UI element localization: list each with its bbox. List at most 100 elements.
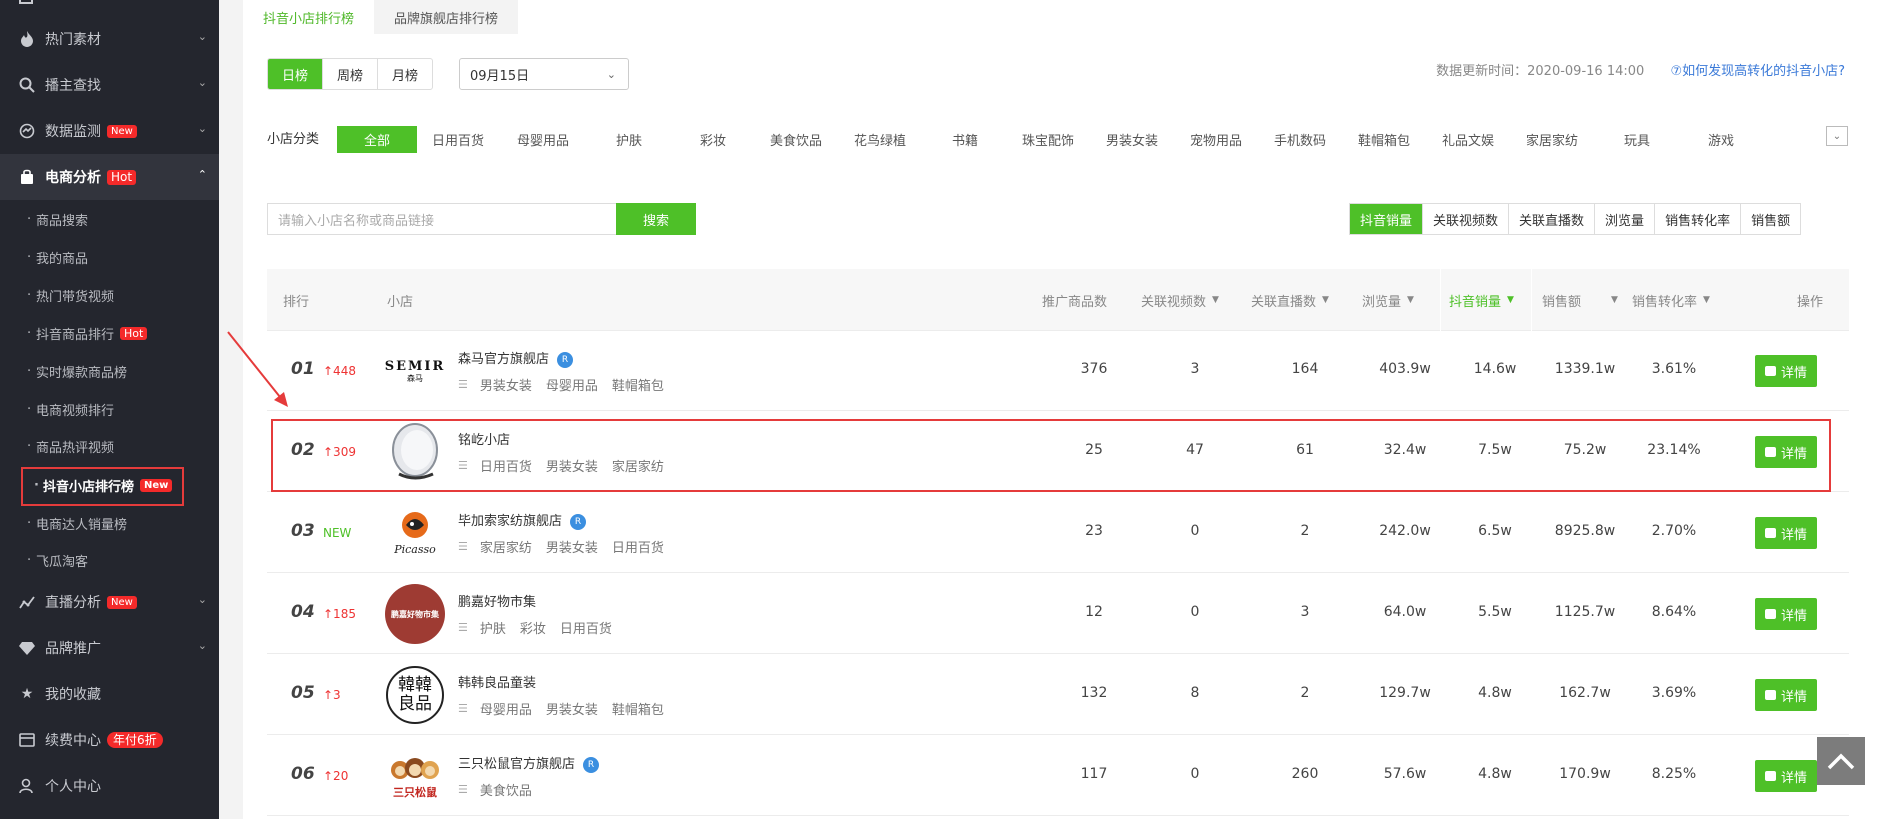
detail-button[interactable]: 详情 — [1755, 355, 1817, 387]
views-cell: 242.0w — [1379, 523, 1431, 539]
detail-button[interactable]: 详情 — [1755, 517, 1817, 549]
category-item[interactable]: 家居家纺 — [1526, 126, 1578, 153]
sales-cell: 6.5w — [1478, 523, 1512, 539]
header-conversion[interactable]: 销售转化率 ▼ — [1632, 269, 1710, 331]
category-item[interactable]: 礼品文娱 — [1442, 126, 1494, 153]
sort-triangle-icon: ▼ — [1611, 295, 1618, 305]
category-all[interactable]: 全部 — [337, 126, 417, 153]
shop-name-wrap[interactable]: 鹏嘉好物市集 — [458, 591, 536, 610]
sub-item-my-products[interactable]: 我的商品 — [27, 246, 88, 268]
sub-item-influencer-sales[interactable]: 电商达人销量榜 — [27, 512, 127, 534]
views-cell: 64.0w — [1383, 604, 1427, 620]
sort-conversion[interactable]: 销售转化率 — [1655, 204, 1742, 234]
shop-name-wrap[interactable]: 毕加索家纺旗舰店 R — [458, 510, 587, 530]
sub-item-shop-ranking[interactable]: 抖音小店排行榜 New — [34, 474, 173, 496]
views-cell: 129.7w — [1379, 685, 1431, 701]
rank-number: 03 — [291, 521, 315, 541]
category-item[interactable]: 游戏 — [1708, 126, 1734, 153]
sidebar-item-ecommerce-analysis[interactable]: 电商分析 Hot ⌃ — [0, 154, 219, 200]
category-item[interactable]: 男装女装 — [1106, 126, 1158, 153]
header-lives[interactable]: 关联直播数 ▼ — [1251, 269, 1329, 331]
category-item[interactable]: 宠物用品 — [1190, 126, 1242, 153]
shop-name-wrap[interactable]: 三只松鼠官方旗舰店 R — [458, 753, 600, 773]
detail-button[interactable]: 详情 — [1755, 598, 1817, 630]
header-sales[interactable]: 抖音销量 ▼ — [1449, 269, 1514, 331]
sub-item-hot-comments[interactable]: 商品热评视频 — [27, 435, 114, 457]
sort-videos[interactable]: 关联视频数 — [1423, 204, 1510, 234]
category-item[interactable]: 玩具 — [1624, 126, 1650, 153]
chevron-down-icon[interactable]: ⌄ — [1826, 126, 1848, 146]
tab-monthly[interactable]: 月榜 — [378, 59, 432, 89]
category-item[interactable]: 珠宝配饰 — [1022, 126, 1074, 153]
sub-item-label: 热门带货视频 — [36, 289, 115, 305]
sort-lives[interactable]: 关联直播数 — [1509, 204, 1596, 234]
rank-number: 05 — [291, 683, 315, 703]
sub-item-label: 飞瓜淘客 — [36, 554, 89, 570]
rank-change: ↑185 — [323, 607, 356, 621]
category-item[interactable]: 手机数码 — [1274, 126, 1326, 153]
date-select[interactable]: 09月15日 ⌄ — [459, 58, 629, 90]
lives-cell: 3 — [1300, 604, 1310, 620]
tab-daily[interactable]: 日榜 — [268, 59, 324, 89]
sales-cell: 14.6w — [1473, 361, 1517, 377]
star-icon: ★ — [20, 686, 34, 702]
search-button[interactable]: 搜索 — [616, 203, 696, 235]
rank-number: 04 — [291, 602, 315, 622]
sub-item-video-ranking[interactable]: 电商视频排行 — [27, 398, 114, 420]
bag-icon — [19, 169, 35, 185]
bag-icon — [1764, 690, 1776, 700]
sidebar-item-data-monitor[interactable]: 数据监测 New ⌄ — [0, 108, 219, 154]
sort-sales[interactable]: 抖音销量 — [1350, 204, 1424, 234]
sidebar-item-renewal[interactable]: 续费中心 年付6折 — [0, 717, 219, 763]
category-item[interactable]: 花鸟绿植 — [854, 126, 906, 153]
lives-cell: 164 — [1291, 361, 1319, 377]
sidebar-item-live-analysis[interactable]: 直播分析 New ⌄ — [0, 579, 219, 625]
category-item[interactable]: 彩妆 — [700, 126, 726, 153]
shop-name-wrap[interactable]: 森马官方旗舰店 R — [458, 348, 574, 368]
sidebar-item-hot-materials[interactable]: 热门素材 ⌄ — [0, 16, 219, 62]
sort-revenue[interactable]: 销售额 — [1741, 204, 1800, 234]
sub-item-taoke[interactable]: 飞瓜淘客 — [27, 549, 89, 571]
header-views[interactable]: 浏览量 ▼ — [1362, 269, 1414, 331]
shop-name-wrap[interactable]: 韩韩良品童装 — [458, 672, 536, 691]
tab-brand-ranking[interactable]: 品牌旗舰店排行榜 — [374, 0, 519, 34]
header-revenue[interactable]: 销售额 ▼ — [1542, 269, 1618, 331]
sub-item-realtime-hot[interactable]: 实时爆款商品榜 — [27, 360, 127, 382]
sidebar-item-label: 个人中心 — [45, 779, 101, 795]
monitor-icon — [19, 123, 35, 139]
detail-button[interactable]: 详情 — [1755, 679, 1817, 711]
category-item[interactable]: 护肤 — [616, 126, 642, 153]
diamond-icon — [19, 640, 35, 656]
tab-shop-ranking[interactable]: 抖音小店排行榜 — [243, 0, 375, 34]
search-icon — [19, 77, 35, 93]
sidebar-item-brand-promo[interactable]: 品牌推广 ⌄ — [0, 625, 219, 671]
category-label: 小店分类 — [267, 132, 320, 147]
row-highlight-box — [271, 419, 1831, 492]
conversion-cell: 3.61% — [1651, 361, 1697, 377]
search-input[interactable]: 请输入小店名称或商品链接 — [267, 203, 616, 235]
sidebar-item-streamer-search[interactable]: 播主查找 ⌄ — [0, 62, 219, 108]
category-item[interactable]: 美食饮品 — [770, 126, 822, 153]
help-link[interactable]: ⑦如何发现高转化的抖音小店? — [1670, 64, 1845, 79]
sidebar-item-favorites[interactable]: ★ 我的收藏 — [0, 671, 219, 717]
sub-item-product-search[interactable]: 商品搜索 — [27, 208, 88, 230]
category-item[interactable]: 日用百货 — [432, 126, 484, 153]
category-item[interactable]: 书籍 — [952, 126, 978, 153]
category-item[interactable]: 母婴用品 — [517, 126, 569, 153]
header-videos[interactable]: 关联视频数 ▼ — [1141, 269, 1219, 331]
detail-label: 详情 — [1780, 527, 1807, 543]
tag: 男装女装 — [479, 379, 532, 394]
rank-change: ↑3 — [323, 688, 341, 702]
rank-change: ↑20 — [323, 769, 349, 783]
back-to-top-button[interactable] — [1817, 737, 1865, 785]
sort-views[interactable]: 浏览量 — [1595, 204, 1656, 234]
detail-button[interactable]: 详情 — [1755, 760, 1817, 792]
sub-item-hot-videos[interactable]: 热门带货视频 — [27, 284, 115, 306]
sidebar-item-profile[interactable]: 个人中心 — [0, 763, 219, 809]
sub-item-product-ranking[interactable]: 抖音商品排行 Hot — [27, 322, 148, 344]
conversion-cell: 3.69% — [1651, 685, 1697, 701]
shop-name: 毕加索家纺旗舰店 — [458, 514, 563, 529]
tab-weekly[interactable]: 周榜 — [323, 59, 379, 89]
sales-cell: 4.8w — [1478, 766, 1512, 782]
category-item[interactable]: 鞋帽箱包 — [1358, 126, 1410, 153]
